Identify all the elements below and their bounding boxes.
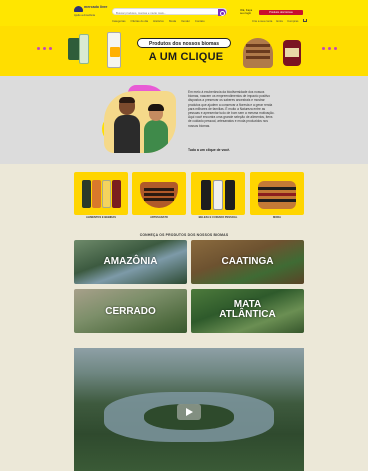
purchases-link[interactable]: Compras xyxy=(287,19,298,23)
product-image xyxy=(107,32,121,68)
logo[interactable]: mercado livre Ajude a Amazônia xyxy=(74,4,108,18)
hero-pill: Produtos dos nossos biomas xyxy=(137,38,231,48)
create-account-link[interactable]: Crie a sua conta xyxy=(252,19,272,23)
category-image xyxy=(250,172,304,215)
handshake-icon xyxy=(74,6,83,12)
category-crafts[interactable]: ARTESANATO xyxy=(132,172,186,222)
category-beauty[interactable]: BELEZA E CUIDADO PESSOAL xyxy=(191,172,245,222)
site-header: mercado livre Ajude a Amazônia Olá, Faça… xyxy=(0,0,368,26)
category-fashion[interactable]: MODA xyxy=(250,172,304,222)
biome-label: CAATINGA xyxy=(221,256,274,267)
nav-item[interactable]: Ofertas do dia xyxy=(131,19,149,23)
hero-banner[interactable]: Produtos dos nossos biomas A UM CLIQUE xyxy=(0,26,368,76)
nav-item[interactable]: Histórico xyxy=(153,19,164,23)
category-label: ARTESANATO xyxy=(150,216,168,219)
video-player[interactable] xyxy=(74,348,304,471)
biome-label: CERRADO xyxy=(105,306,156,317)
biome-label: AMAZÔNIA xyxy=(103,256,158,267)
biome-label: MATA ATLÂNTICA xyxy=(219,299,276,320)
logo-title: mercado livre xyxy=(84,5,108,9)
category-label: BELEZA E CUIDADO PESSOAL xyxy=(198,216,238,219)
biomes-cta-button[interactable]: Produtos dos biomas xyxy=(259,10,303,15)
account-nav: Crie a sua conta Entre Compras xyxy=(252,19,308,23)
category-image xyxy=(132,172,186,215)
cart-icon[interactable] xyxy=(303,19,308,22)
main-nav: Categorias Ofertas do dia Histórico Moda… xyxy=(112,19,205,23)
nav-item[interactable]: Vender xyxy=(181,19,190,23)
biomes-section-title: CONHEÇA OS PRODUTOS DOS NOSSOS BIOMAS xyxy=(139,233,229,237)
entrepreneurs-photo xyxy=(104,91,176,153)
about-section: Em meio à exuberância da biodiversidade … xyxy=(0,76,368,164)
category-label: MODA xyxy=(273,216,281,219)
category-list: ALIMENTOS E BEBIDAS ARTESANATO BELEZA E … xyxy=(74,172,304,222)
nav-item[interactable]: Categorias xyxy=(112,19,126,23)
about-text: Em meio à exuberância da biodiversidade … xyxy=(188,90,275,128)
category-image xyxy=(191,172,245,215)
about-tagline: Tudo a um clique de você. xyxy=(188,148,231,152)
category-image xyxy=(74,172,128,215)
nav-item[interactable]: Contato xyxy=(195,19,205,23)
biome-mata-atlantica-card[interactable]: MATA ATLÂNTICA xyxy=(191,289,304,333)
search-bar xyxy=(112,8,227,16)
product-image xyxy=(79,34,89,64)
logo-subtitle: Ajude a Amazônia xyxy=(74,14,95,17)
biome-cerrado-card[interactable]: CERRADO xyxy=(74,289,187,333)
basket-image xyxy=(243,38,273,68)
decorative-dots xyxy=(37,47,52,50)
decorative-dots xyxy=(322,47,337,50)
category-label: ALIMENTOS E BEBIDAS xyxy=(85,216,117,219)
nav-item[interactable]: Moda xyxy=(169,19,176,23)
search-icon[interactable] xyxy=(218,9,226,16)
biome-amazonia-card[interactable]: AMAZÔNIA xyxy=(74,240,187,284)
biome-caatinga-card[interactable]: CAATINGA xyxy=(191,240,304,284)
login-link[interactable]: Entre xyxy=(276,19,283,23)
signin-link[interactable]: Olá, Faça seu login xyxy=(240,8,252,16)
category-food[interactable]: ALIMENTOS E BEBIDAS xyxy=(74,172,128,222)
signin-line2: seu login xyxy=(240,11,252,16)
jar-image xyxy=(283,40,301,66)
hero-title: A UM CLIQUE xyxy=(148,51,224,63)
play-icon[interactable] xyxy=(177,404,201,420)
search-input[interactable] xyxy=(116,9,216,16)
